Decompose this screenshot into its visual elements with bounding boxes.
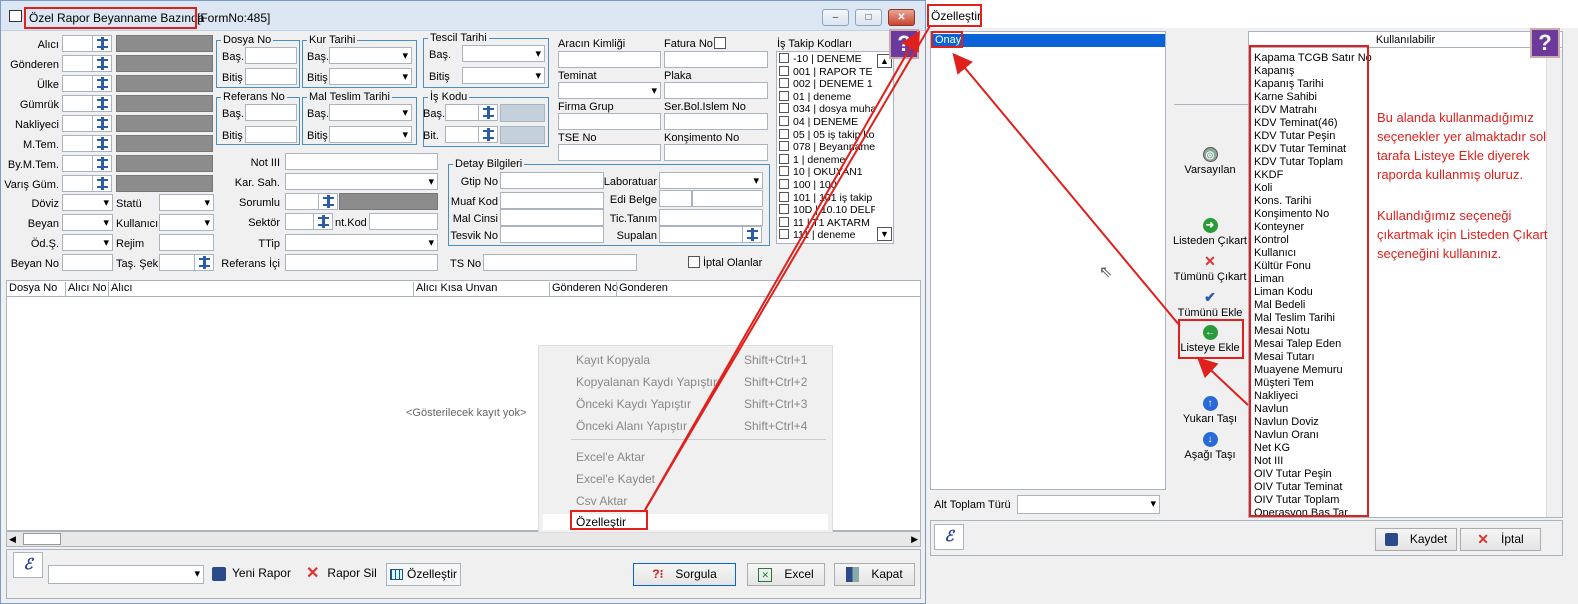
- arrow-to-onay: [952, 52, 1181, 327]
- arrow-to-listeye-ekle: [1197, 357, 1249, 406]
- arrow-to-customize: [644, 25, 931, 511]
- annotation-arrows: [644, 25, 1249, 511]
